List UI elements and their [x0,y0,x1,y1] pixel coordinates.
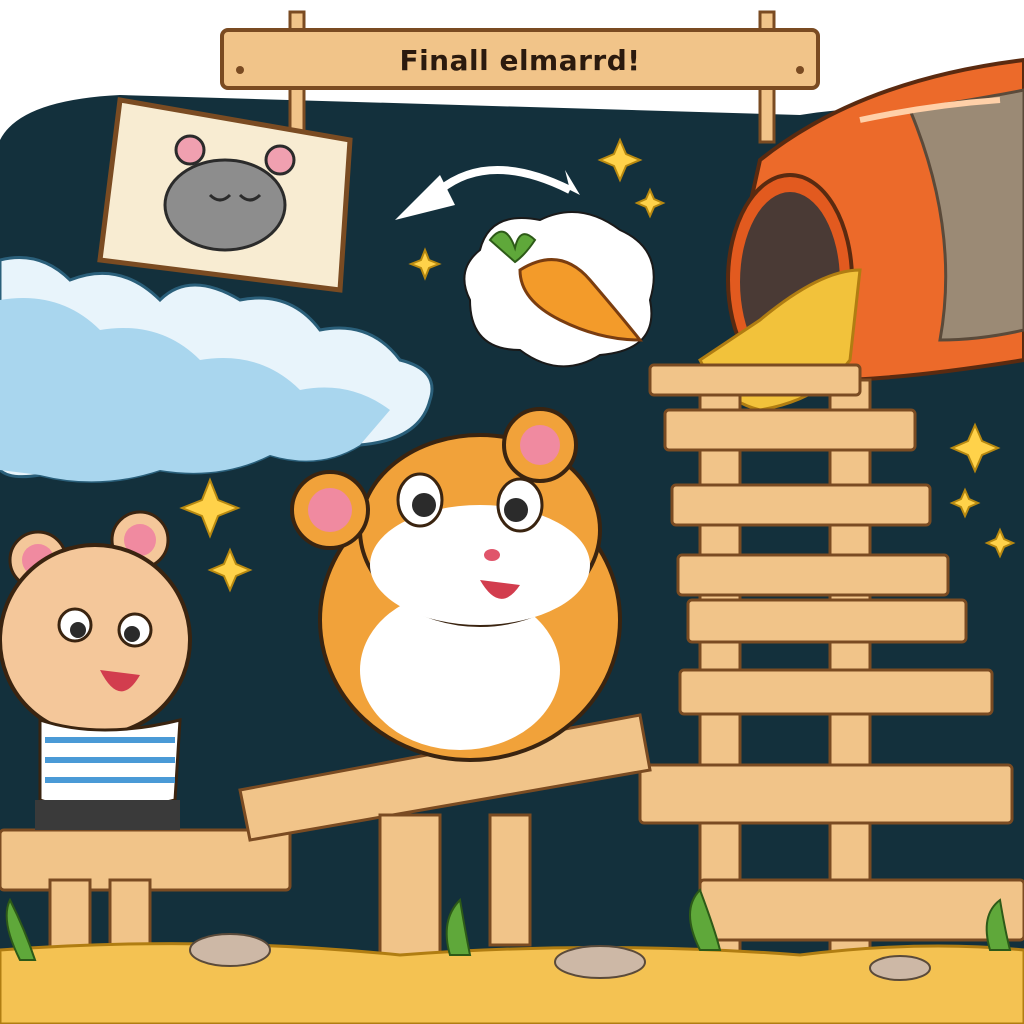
ground [0,942,1024,1024]
illustration [0,10,1024,1024]
thought-bubble [463,211,655,368]
banner-title: Finall elmarrd! [399,43,641,77]
scene: Finall elmarrd! [0,0,1024,1024]
